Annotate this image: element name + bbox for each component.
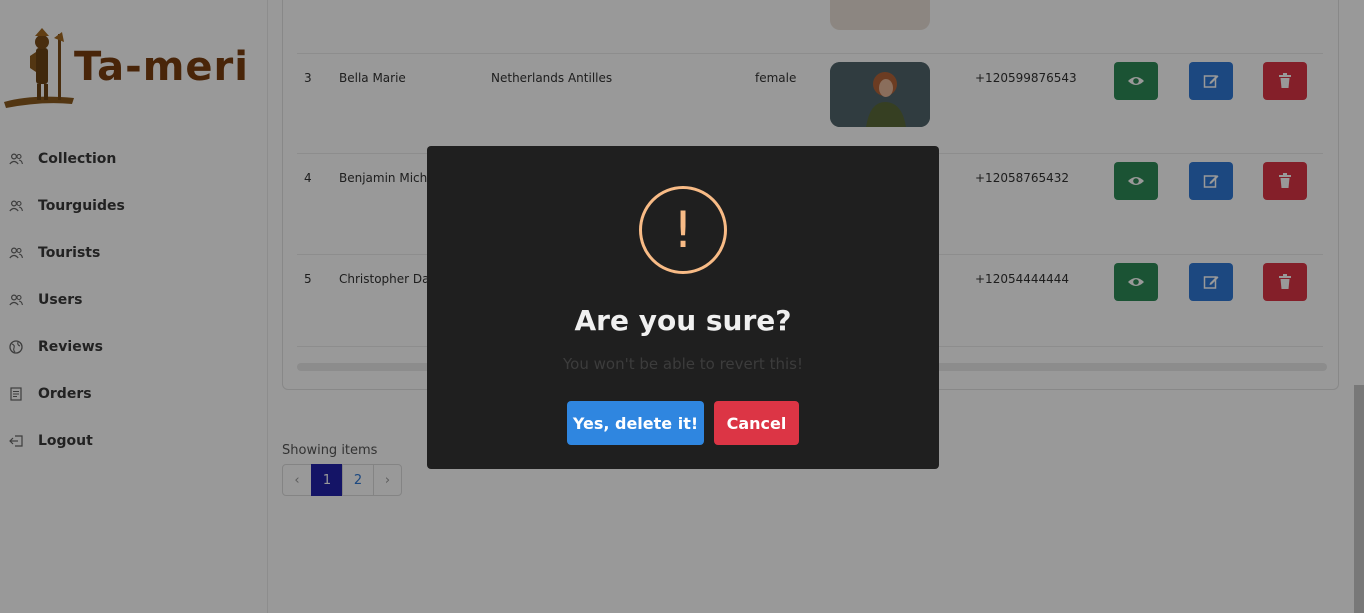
cancel-button[interactable]: Cancel (714, 401, 799, 445)
dialog-text: You won't be able to revert this! (563, 355, 803, 373)
confirm-delete-button[interactable]: Yes, delete it! (567, 401, 704, 445)
dialog-title: Are you sure? (574, 304, 792, 337)
confirm-dialog: ! Are you sure? You won't be able to rev… (427, 146, 939, 469)
warning-icon-glyph: ! (672, 201, 694, 259)
warning-icon: ! (639, 186, 727, 274)
